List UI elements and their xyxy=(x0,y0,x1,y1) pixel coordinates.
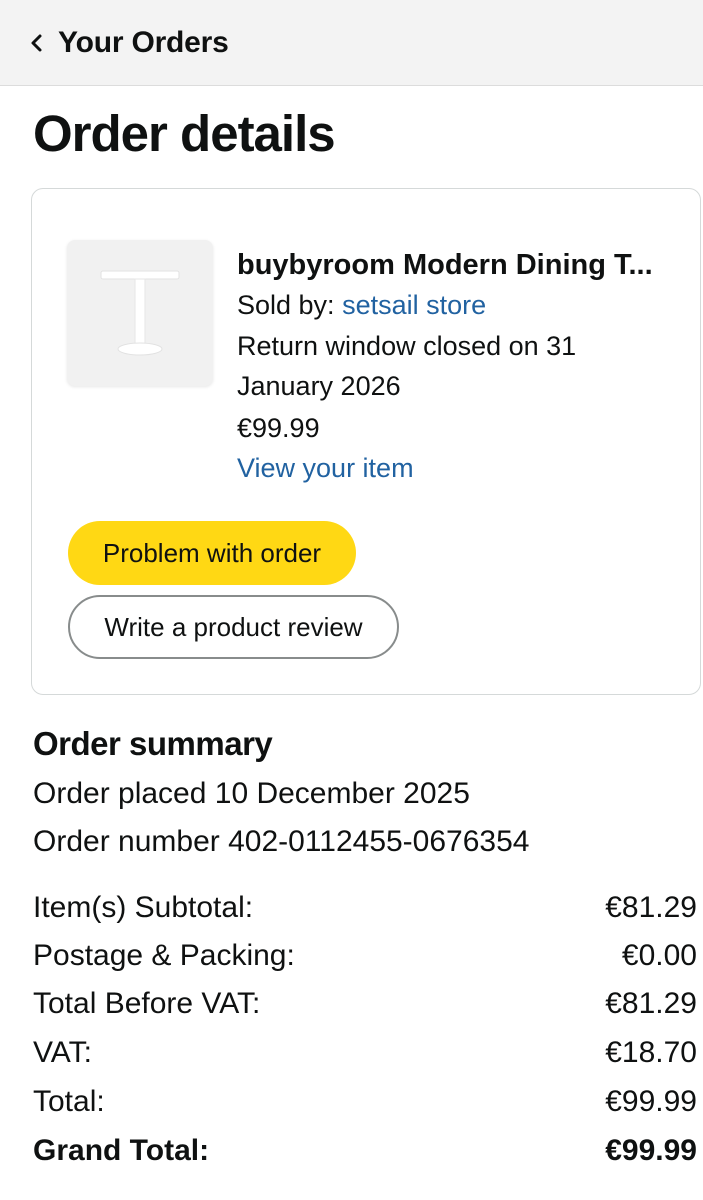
summary-row-total: Total: €99.99 xyxy=(33,1085,697,1119)
summary-row-vat: VAT: €18.70 xyxy=(33,1036,697,1070)
summary-row-grand-total: Grand Total: €99.99 xyxy=(33,1134,697,1168)
top-bar: Your Orders xyxy=(0,0,703,86)
dining-table-image xyxy=(100,270,180,356)
row-label: Postage & Packing: xyxy=(33,939,295,972)
product-thumbnail[interactable] xyxy=(67,240,213,386)
order-item-card: buybyroom Modern Dining T... Sold by: se… xyxy=(31,188,701,695)
summary-row-postage: Postage & Packing: €0.00 xyxy=(33,939,697,973)
page-title: Order details xyxy=(33,105,336,162)
problem-with-order-button[interactable]: Problem with order xyxy=(68,521,356,585)
chevron-left-icon xyxy=(24,30,50,56)
row-value: €81.29 xyxy=(605,987,697,1020)
row-value: €0.00 xyxy=(621,939,697,972)
order-summary-heading: Order summary xyxy=(33,725,273,762)
sold-by-line: Sold by: setsail store xyxy=(237,290,486,321)
return-window-line-2: January 2026 xyxy=(237,371,401,401)
write-review-button[interactable]: Write a product review xyxy=(68,595,399,659)
row-label: VAT: xyxy=(33,1036,92,1069)
row-value: €18.70 xyxy=(605,1036,697,1069)
sold-by-label: Sold by: xyxy=(237,290,343,320)
row-label: Grand Total: xyxy=(33,1134,210,1167)
item-price: €99.99 xyxy=(237,413,320,443)
order-number: Order number 402-0112455-0676354 xyxy=(33,825,530,858)
summary-row-before-vat: Total Before VAT: €81.29 xyxy=(33,987,697,1021)
view-item-link[interactable]: View your item xyxy=(237,453,414,484)
row-value: €81.29 xyxy=(605,891,697,924)
order-placed-date: Order placed 10 December 2025 xyxy=(33,777,470,810)
row-value: €99.99 xyxy=(605,1085,697,1118)
product-title[interactable]: buybyroom Modern Dining T... xyxy=(237,249,677,282)
summary-row-subtotal: Item(s) Subtotal: €81.29 xyxy=(33,891,697,925)
row-label: Item(s) Subtotal: xyxy=(33,891,254,924)
back-label: Your Orders xyxy=(58,25,229,59)
row-label: Total Before VAT: xyxy=(33,987,261,1020)
seller-link[interactable]: setsail store xyxy=(342,290,486,320)
back-to-orders-button[interactable]: Your Orders xyxy=(24,26,229,60)
row-label: Total: xyxy=(33,1085,105,1118)
return-window-line-1: Return window closed on 31 xyxy=(237,331,577,361)
row-value: €99.99 xyxy=(605,1134,697,1167)
